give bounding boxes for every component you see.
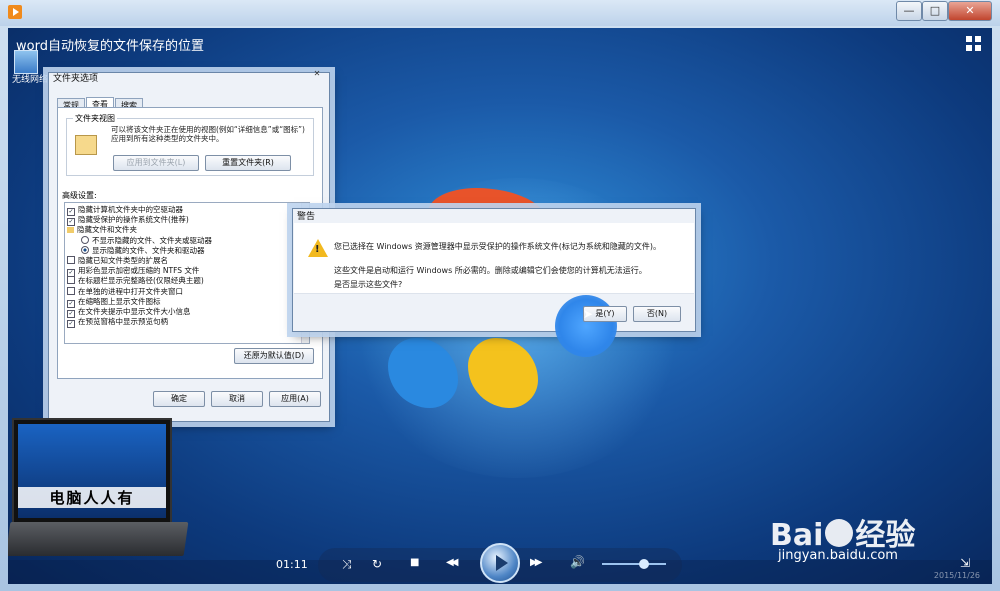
folder-view-description: 可以将该文件夹正在使用的视图(例如“详细信息”或“图标”)应用到所有这种类型的文… <box>111 125 305 143</box>
checkbox[interactable]: ✓ <box>67 320 75 329</box>
elapsed-time: 01:11 <box>276 558 308 571</box>
advanced-setting-label: 隐藏受保护的操作系统文件(推荐) <box>78 215 189 225</box>
checkbox[interactable] <box>67 256 75 264</box>
folder-view-group: 文件夹视图 可以将该文件夹正在使用的视图(例如“详细信息”或“图标”)应用到所有… <box>66 113 314 176</box>
warning-title: 警告 <box>297 212 316 222</box>
video-area[interactable]: word自动恢复的文件保存的位置 无线网络 文件夹选项 ✕ 常规 查看 搜索 文件夹… <box>8 28 992 584</box>
advanced-setting-label: 在预览窗格中显示预览句柄 <box>78 317 168 327</box>
volume-icon[interactable]: 🔊 <box>570 555 585 569</box>
radio-button[interactable] <box>81 245 89 254</box>
folder-options-dialog: 文件夹选项 ✕ 常规 查看 搜索 文件夹视图 可以将该文件夹正在使用的视图(例如“详… <box>48 69 330 422</box>
playback-controls: 01:11 ⤨ ↻ ■ ◀◀ ▶▶ 🔊 ⇲ <box>8 543 992 584</box>
desktop-network-icon <box>14 50 38 74</box>
laptop-caption: 电脑人人有 <box>18 487 166 508</box>
maximize-button[interactable]: □ <box>922 1 948 21</box>
advanced-setting-label: 在文件夹提示中显示文件大小信息 <box>78 307 191 316</box>
advanced-setting-item[interactable]: 在单独的进程中打开文件夹窗口 <box>67 286 183 297</box>
shuffle-icon[interactable]: ⤨ <box>342 557 352 572</box>
folder-view-title: 文件夹视图 <box>73 113 117 124</box>
advanced-setting-item[interactable]: ✓ 隐藏计算机文件夹中的空驱动器 <box>67 205 183 216</box>
media-player-window: — □ ✕ word自动恢复的文件保存的位置 无线网络 文件夹选项 ✕ 常规 查看… <box>0 0 1000 591</box>
title-bar: — □ ✕ <box>0 0 1000 26</box>
folder-options-close-icon[interactable]: ✕ <box>309 69 325 79</box>
cancel-button[interactable]: 取消 <box>211 391 263 407</box>
restore-defaults-button[interactable]: 还原为默认值(D) <box>234 348 314 364</box>
exit-fullscreen-icon[interactable]: ⇲ <box>960 556 970 570</box>
advanced-setting-label: 显示隐藏的文件、文件夹和驱动器 <box>92 245 205 255</box>
advanced-setting-item[interactable]: 隐藏已知文件类型的扩展名 <box>67 256 168 266</box>
player-app-icon <box>8 5 22 19</box>
volume-slider[interactable] <box>602 563 666 565</box>
apply-to-folders-button[interactable]: 应用到文件夹(L) <box>113 155 199 171</box>
advanced-setting-item[interactable]: 隐藏文件和文件夹 <box>67 225 137 235</box>
repeat-icon[interactable]: ↻ <box>372 557 382 571</box>
advanced-setting-label: 在标题栏显示完整路径(仅限经典主题) <box>78 276 204 286</box>
laptop-display: 电脑人人有 <box>18 424 166 518</box>
warning-exclamation-icon: ! <box>315 244 320 255</box>
warning-dialog: 警告 ! 您已选择在 Windows 资源管理器中显示受保护的操作系统文件(标记… <box>292 208 696 357</box>
fullscreen-icon[interactable] <box>966 36 982 52</box>
mouse-cursor-icon: ➤ <box>583 307 594 321</box>
minimize-button[interactable]: — <box>896 1 922 21</box>
advanced-setting-label: 隐藏文件和文件夹 <box>77 225 137 235</box>
warning-line-2: 这些文件是启动和运行 Windows 所必需的。删除或编辑它们会使您的计算机无法… <box>334 266 647 275</box>
radio-button[interactable] <box>81 235 89 244</box>
next-icon[interactable]: ▶▶ <box>530 557 543 568</box>
play-button[interactable] <box>480 543 520 583</box>
advanced-setting-item[interactable]: 不显示隐藏的文件、文件夹或驱动器 <box>81 235 212 246</box>
close-button[interactable]: ✕ <box>948 1 992 21</box>
advanced-setting-item[interactable]: ✓ 用彩色显示加密或压缩的 NTFS 文件 <box>67 266 200 278</box>
advanced-setting-label: 隐藏已知文件类型的扩展名 <box>78 256 168 265</box>
advanced-setting-label: 隐藏计算机文件夹中的空驱动器 <box>78 205 183 214</box>
advanced-setting-label: 不显示隐藏的文件、文件夹或驱动器 <box>92 235 212 245</box>
checkbox[interactable] <box>67 286 75 295</box>
folder-icon <box>67 227 74 234</box>
ok-button[interactable]: 确定 <box>153 391 205 407</box>
advanced-setting-item[interactable]: 显示隐藏的文件、文件夹和驱动器 <box>81 245 205 256</box>
warning-line-3: 是否显示这些文件? <box>334 280 403 289</box>
advanced-settings-label: 高级设置: <box>62 191 97 200</box>
advanced-setting-item[interactable]: ✓ 在缩略图上显示文件图标 <box>67 296 161 308</box>
checkbox[interactable] <box>67 276 75 285</box>
folder-options-title: 文件夹选项 <box>53 74 99 84</box>
folder-options-tabs: 常规 查看 搜索 <box>57 93 144 112</box>
volume-knob[interactable] <box>638 559 649 569</box>
warning-line-1: 您已选择在 Windows 资源管理器中显示受保护的操作系统文件(标记为系统和隐… <box>334 242 662 251</box>
advanced-setting-item[interactable]: ✓ 在预览窗格中显示预览句柄 <box>67 317 168 329</box>
reset-folders-button[interactable]: 重置文件夹(R) <box>205 155 291 171</box>
advanced-setting-item[interactable]: 在标题栏显示完整路径(仅限经典主题) <box>67 276 204 286</box>
laptop-overlay: 电脑人人有 <box>12 418 172 524</box>
video-title: word自动恢复的文件保存的位置 <box>16 39 204 54</box>
stop-icon[interactable]: ■ <box>410 557 419 568</box>
view-tab-panel: 文件夹视图 可以将该文件夹正在使用的视图(例如“详细信息”或“图标”)应用到所有… <box>57 107 323 379</box>
click-highlight <box>555 295 617 357</box>
no-button[interactable]: 否(N) <box>633 306 681 322</box>
previous-icon[interactable]: ◀◀ <box>446 557 459 568</box>
advanced-setting-label: 在单独的进程中打开文件夹窗口 <box>78 286 183 296</box>
advanced-setting-item[interactable]: ✓ 隐藏受保护的操作系统文件(推荐) <box>67 215 189 227</box>
advanced-setting-label: 用彩色显示加密或压缩的 NTFS 文件 <box>78 266 200 276</box>
advanced-setting-label: 在缩略图上显示文件图标 <box>78 296 161 306</box>
advanced-setting-item[interactable]: ✓ 在文件夹提示中显示文件大小信息 <box>67 307 191 318</box>
desktop-icon-label: 无线网络 <box>12 75 49 85</box>
folder-view-icon <box>75 135 97 155</box>
baidu-paw-icon <box>825 519 854 547</box>
apply-button[interactable]: 应用(A) <box>269 391 321 407</box>
advanced-settings-list[interactable]: ✓ 隐藏计算机文件夹中的空驱动器 ✓ 隐藏受保护的操作系统文件(推荐) 隐藏文件和文件夹… <box>64 202 310 344</box>
